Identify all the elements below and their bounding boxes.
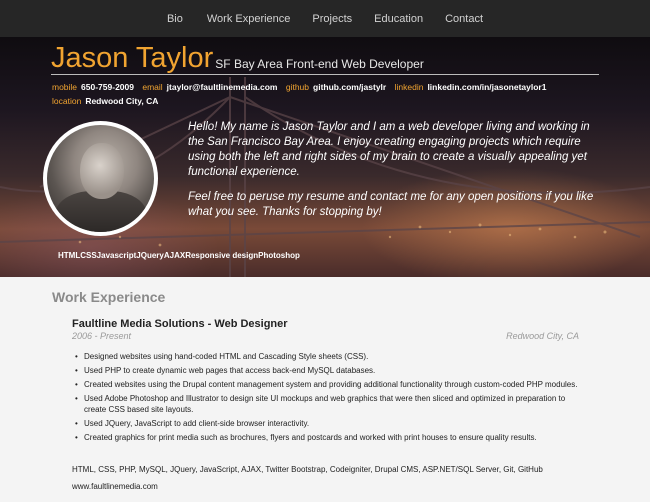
job-title: Faultline Media Solutions - Web Designer (72, 318, 288, 330)
list-item: Created websites using the Drupal conten… (75, 379, 584, 390)
list-item: Used JQuery, JavaScript to add client-si… (75, 418, 584, 429)
skill-item: HTML (58, 251, 81, 260)
linkedin-label: linkedin (394, 82, 424, 92)
email-link[interactable]: jtaylor@faultlinemedia.com (167, 82, 278, 92)
location-value: Redwood City, CA (85, 96, 159, 106)
job-technologies: HTML, CSS, PHP, MySQL, JQuery, JavaScrip… (72, 465, 543, 474)
intro-paragraph-1: Hello! My name is Jason Taylor and I am … (188, 121, 590, 178)
page-title: Jason Taylor (51, 42, 214, 74)
mobile-label: mobile (52, 82, 78, 92)
linkedin-link[interactable]: linkedin.com/in/jasonetaylor1 (427, 82, 546, 92)
intro-paragraph-2: Feel free to peruse my resume and contac… (188, 191, 594, 218)
skill-item: Photoshop (258, 251, 300, 260)
list-item: Used PHP to create dynamic web pages tha… (75, 365, 584, 376)
github-link[interactable]: github.com/jastylr (313, 82, 386, 92)
list-item: Used Adobe Photoshop and Illustrator to … (75, 393, 584, 415)
nav-work-experience[interactable]: Work Experience (207, 13, 291, 25)
nav-bio[interactable]: Bio (167, 13, 183, 25)
mobile-value: 650-759-2009 (81, 82, 134, 92)
location-label: location (52, 96, 82, 106)
skill-item: Javascript (96, 251, 137, 260)
skill-item: CSS (80, 251, 97, 260)
skill-item: AJAX (163, 251, 186, 260)
top-nav: Bio Work Experience Projects Education C… (0, 0, 650, 37)
role-subtitle: SF Bay Area Front-end Web Developer (215, 57, 424, 71)
contact-info: mobile 650-759-2009 email jtaylor@faultlin… (52, 80, 612, 108)
list-item: Created graphics for print media such as… (75, 432, 584, 443)
skills-list: HTML CSS Javascript JQuery AJAX Responsi… (58, 251, 300, 260)
github-label: github (285, 82, 310, 92)
work-section-title: Work Experience (52, 289, 166, 305)
job-location: Redwood City, CA (506, 331, 579, 341)
nav-projects[interactable]: Projects (312, 13, 352, 25)
avatar-face (80, 143, 124, 199)
skill-item: JQuery (136, 251, 164, 260)
bio-intro: Hello! My name is Jason Taylor and I am … (188, 120, 598, 220)
job-dates: 2006 - Present (72, 331, 132, 341)
company-website-link[interactable]: www.faultlinemedia.com (72, 482, 158, 491)
skill-item: Responsive design (185, 251, 259, 260)
bio-header: Jason Taylor SF Bay Area Front-end Web D… (0, 37, 650, 277)
nav-education[interactable]: Education (374, 13, 423, 25)
nav-contact[interactable]: Contact (445, 13, 483, 25)
name-row: Jason Taylor SF Bay Area Front-end Web D… (51, 41, 599, 75)
avatar (47, 125, 154, 232)
email-label: email (142, 82, 163, 92)
list-item: Designed websites using hand-coded HTML … (75, 351, 584, 362)
job-duties-list: Designed websites using hand-coded HTML … (75, 351, 584, 446)
profile-photo-frame (43, 121, 158, 236)
